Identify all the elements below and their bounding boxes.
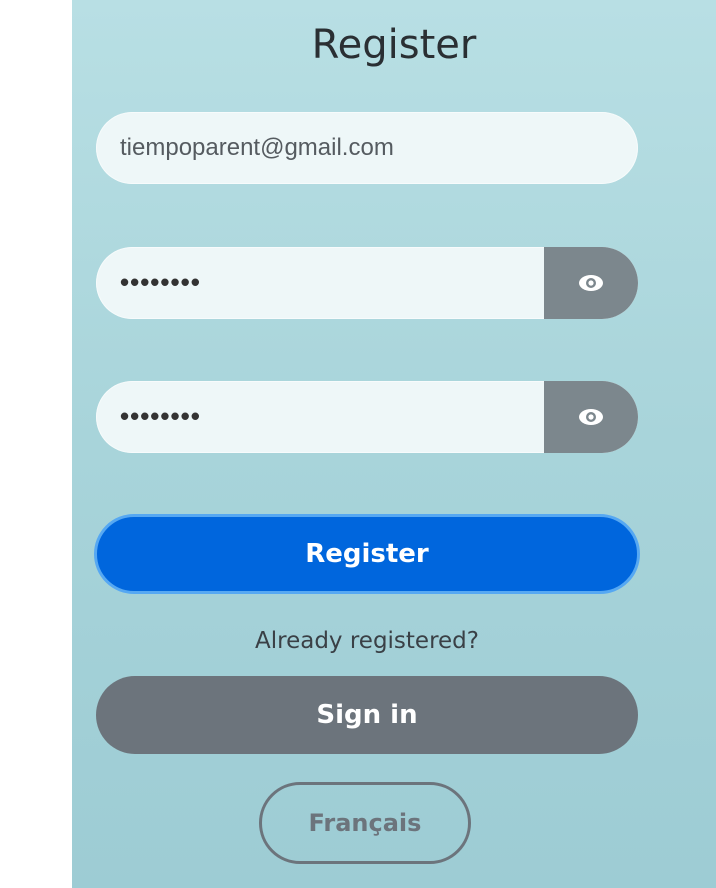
confirm-password-field[interactable]: •••••••• bbox=[96, 381, 638, 453]
register-button[interactable]: Register bbox=[94, 514, 640, 594]
email-field[interactable]: tiempoparent@gmail.com bbox=[96, 112, 638, 184]
password-value[interactable]: •••••••• bbox=[120, 247, 201, 317]
already-registered-text: Already registered? bbox=[255, 628, 479, 654]
sign-in-button[interactable]: Sign in bbox=[96, 676, 638, 754]
confirm-password-value[interactable]: •••••••• bbox=[120, 381, 201, 451]
eye-icon bbox=[579, 409, 603, 425]
register-panel: Register tiempoparent@gmail.com ••••••••… bbox=[72, 0, 716, 888]
show-password-button[interactable] bbox=[544, 247, 638, 319]
language-button[interactable]: Français bbox=[259, 782, 471, 864]
eye-icon bbox=[579, 275, 603, 291]
email-value[interactable]: tiempoparent@gmail.com bbox=[120, 112, 394, 184]
page-title: Register bbox=[311, 22, 477, 68]
show-confirm-password-button[interactable] bbox=[544, 381, 638, 453]
password-field[interactable]: •••••••• bbox=[96, 247, 638, 319]
